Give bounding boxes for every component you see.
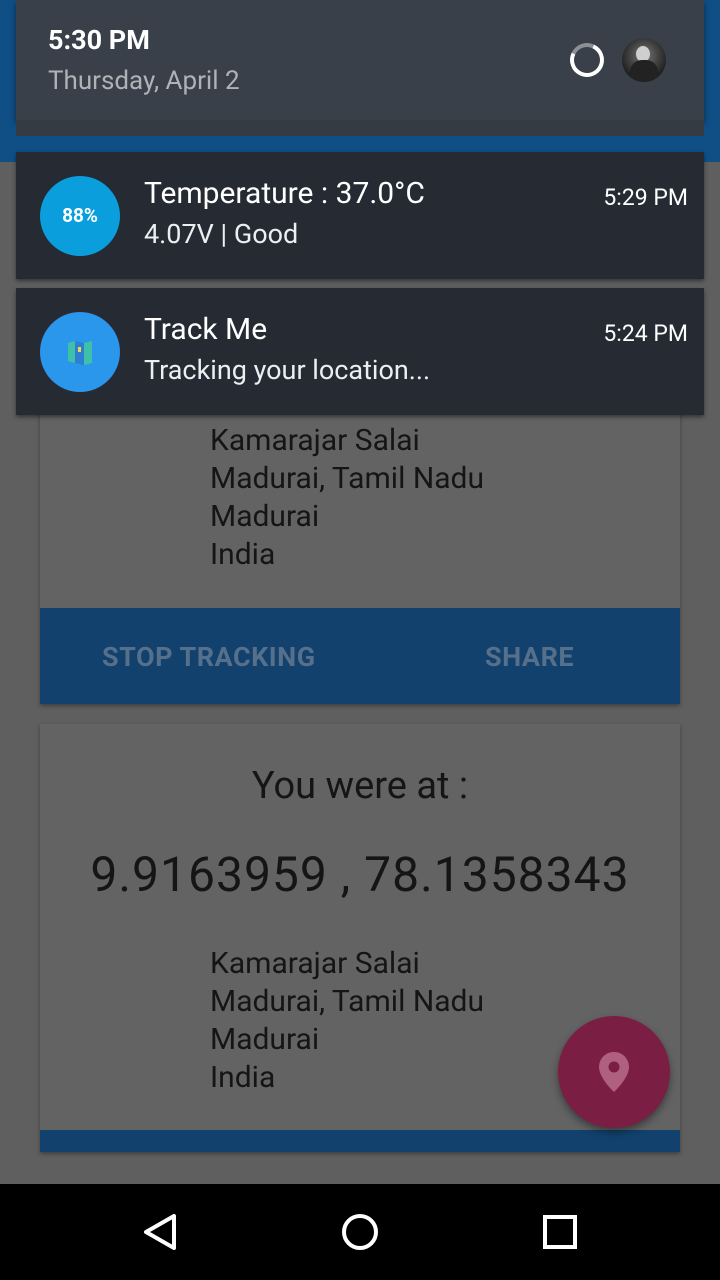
status-time: 5:30 PM <box>48 24 150 56</box>
notification-time: 5:29 PM <box>603 184 688 211</box>
you-were-at-label: You were at : <box>251 764 469 808</box>
notification-text: Tracking your location... <box>144 354 431 386</box>
shade-divider <box>16 120 704 136</box>
recents-icon[interactable] <box>520 1206 600 1258</box>
history-address: Kamarajar Salai Madurai, Tamil Nadu Madu… <box>210 945 484 1097</box>
app-icon-circle <box>40 312 120 392</box>
notification-time: 5:24 PM <box>603 320 688 347</box>
notification-title: Track Me <box>144 312 268 347</box>
notification-text: 4.07V | Good <box>144 218 299 250</box>
battery-notification[interactable]: 88% Temperature : 37.0°C 4.07V | Good 5:… <box>16 152 704 279</box>
home-icon[interactable] <box>320 1206 400 1258</box>
address-line: Kamarajar Salai <box>210 946 420 981</box>
battery-percent-icon: 88% <box>40 176 120 256</box>
address-line: Madurai <box>210 1022 320 1057</box>
navigation-bar <box>0 1184 720 1280</box>
stop-tracking-button[interactable]: STOP TRACKING <box>102 608 316 704</box>
notification-title: Temperature : 37.0°C <box>144 176 425 211</box>
location-pin-icon <box>599 1052 629 1092</box>
address-line: India <box>210 537 276 572</box>
location-fab[interactable] <box>558 1016 670 1128</box>
battery-percent: 88% <box>62 204 98 227</box>
status-date: Thursday, April 2 <box>48 66 240 96</box>
address-line: Madurai <box>210 499 320 534</box>
user-avatar[interactable] <box>622 38 666 82</box>
address-line: India <box>210 1060 276 1095</box>
quick-settings-header[interactable]: 5:30 PM Thursday, April 2 <box>16 0 704 120</box>
share-button[interactable]: SHARE <box>485 608 574 704</box>
address-line: Kamarajar Salai <box>210 423 420 458</box>
tracking-button-bar: STOP TRACKING SHARE <box>40 608 680 704</box>
track-me-notification[interactable]: Track Me Tracking your location... 5:24 … <box>16 288 704 415</box>
map-icon <box>68 341 92 365</box>
history-button-bar <box>40 1130 680 1152</box>
address-line: Madurai, Tamil Nadu <box>210 461 484 496</box>
back-icon[interactable] <box>120 1206 200 1258</box>
address-line: Madurai, Tamil Nadu <box>210 984 484 1019</box>
loading-ring-icon <box>565 38 609 82</box>
coordinates-value: 9.9163959 , 78.1358343 <box>90 846 630 903</box>
current-address: Kamarajar Salai Madurai, Tamil Nadu Madu… <box>210 422 484 574</box>
